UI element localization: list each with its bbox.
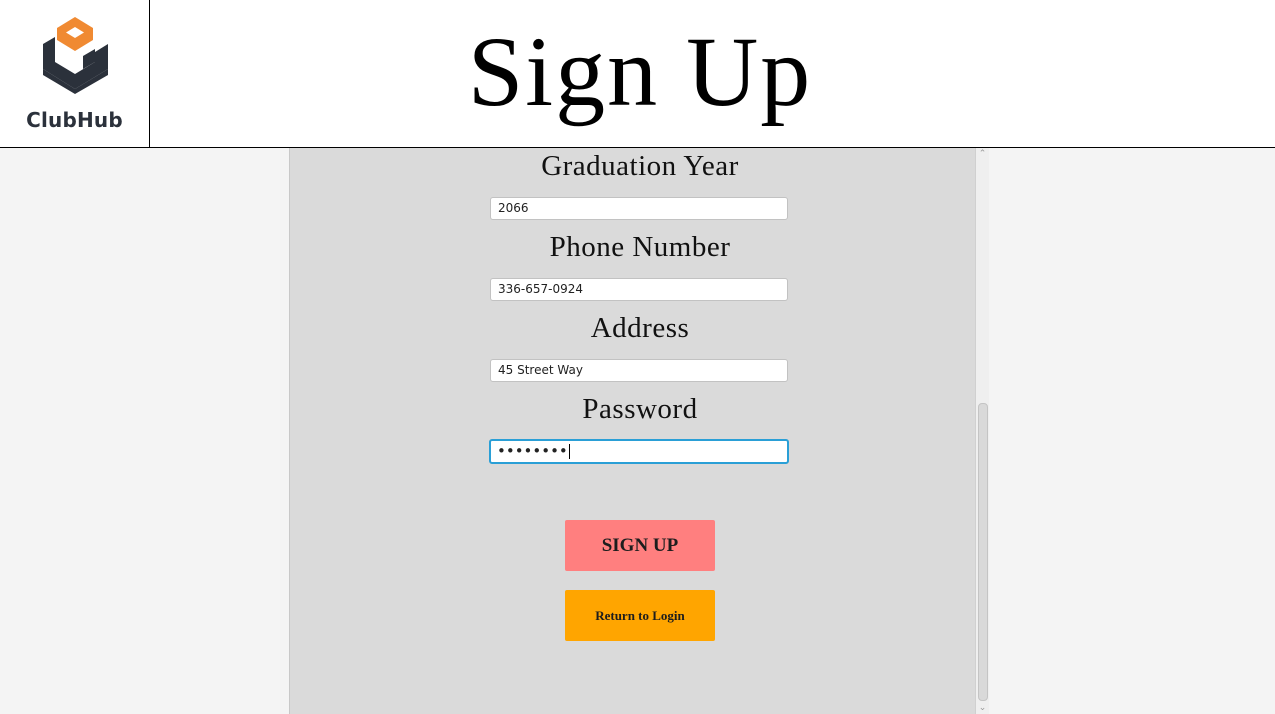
logo-container: ClubHub [0, 0, 150, 147]
scrollbar-thumb[interactable] [978, 403, 988, 701]
graduation-year-label: Graduation Year [541, 150, 739, 182]
clubhub-logo-icon [43, 17, 108, 94]
address-input[interactable]: 45 Street Way [490, 359, 788, 382]
phone-number-input[interactable]: 336-657-0924 [490, 278, 788, 301]
password-label: Password [582, 393, 698, 425]
header: ClubHub Sign Up [0, 0, 1275, 148]
password-input[interactable]: •••••••• [489, 439, 789, 464]
address-label: Address [590, 312, 690, 344]
password-value: •••••••• [497, 442, 568, 460]
chevron-up-icon[interactable]: ⌃ [976, 149, 989, 159]
return-to-login-button[interactable]: Return to Login [565, 590, 715, 641]
chevron-down-icon[interactable]: ⌄ [976, 703, 989, 713]
text-caret [568, 444, 570, 459]
signup-form-panel: Graduation Year 2066 Phone Number 336-65… [289, 148, 977, 714]
logo-text: ClubHub [26, 108, 123, 132]
page-title: Sign Up [467, 16, 813, 127]
sign-up-button[interactable]: SIGN UP [565, 520, 715, 571]
graduation-year-input[interactable]: 2066 [490, 197, 788, 220]
vertical-scrollbar[interactable]: ⌃ ⌄ [975, 148, 989, 714]
phone-number-label: Phone Number [549, 231, 731, 263]
